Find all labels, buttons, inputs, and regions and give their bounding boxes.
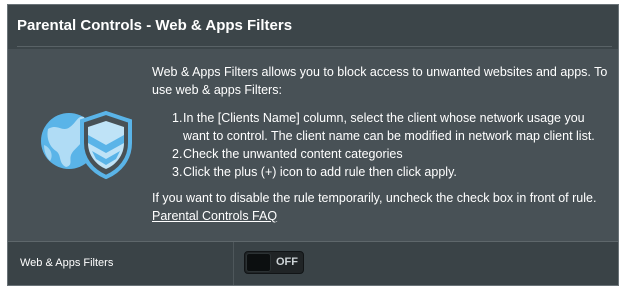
list-item: 1. In the [Clients Name] column, select … xyxy=(152,109,612,145)
description-text: Web & Apps Filters allows you to block a… xyxy=(152,63,612,225)
web-apps-filter-row: Web & Apps Filters OFF xyxy=(8,241,618,285)
step-number: 2. xyxy=(172,147,183,161)
list-item: 3. Click the plus (+) icon to add rule t… xyxy=(152,163,612,181)
panel-header: Parental Controls - Web & Apps Filters xyxy=(8,5,618,49)
row-divider xyxy=(233,242,234,285)
list-item: 2. Check the unwanted content categories xyxy=(152,145,612,163)
toggle-knob xyxy=(246,253,271,272)
step-number: 3. xyxy=(172,165,183,179)
globe-shield-icon xyxy=(41,110,132,180)
disable-note: If you want to disable the rule temporar… xyxy=(152,191,597,205)
description-section: Web & Apps Filters allows you to block a… xyxy=(8,49,618,240)
shield-icon xyxy=(80,110,132,180)
parental-controls-panel: Parental Controls - Web & Apps Filters W… xyxy=(7,4,619,286)
toggle-state-label: OFF xyxy=(276,256,298,268)
step-text: Check the unwanted content categories xyxy=(183,147,403,161)
page-title: Parental Controls - Web & Apps Filters xyxy=(17,17,293,34)
step-number: 1. xyxy=(172,111,183,125)
step-text: Click the plus (+) icon to add rule then… xyxy=(183,165,457,179)
steps-list: 1. In the [Clients Name] column, select … xyxy=(152,109,612,181)
step-text: In the [Clients Name] column, select the… xyxy=(183,111,595,143)
filter-row-label: Web & Apps Filters xyxy=(20,257,114,269)
filter-toggle[interactable]: OFF xyxy=(244,251,304,274)
faq-link[interactable]: Parental Controls FAQ xyxy=(152,207,277,225)
intro-text: Web & Apps Filters allows you to block a… xyxy=(152,65,608,97)
title-divider xyxy=(17,46,612,47)
